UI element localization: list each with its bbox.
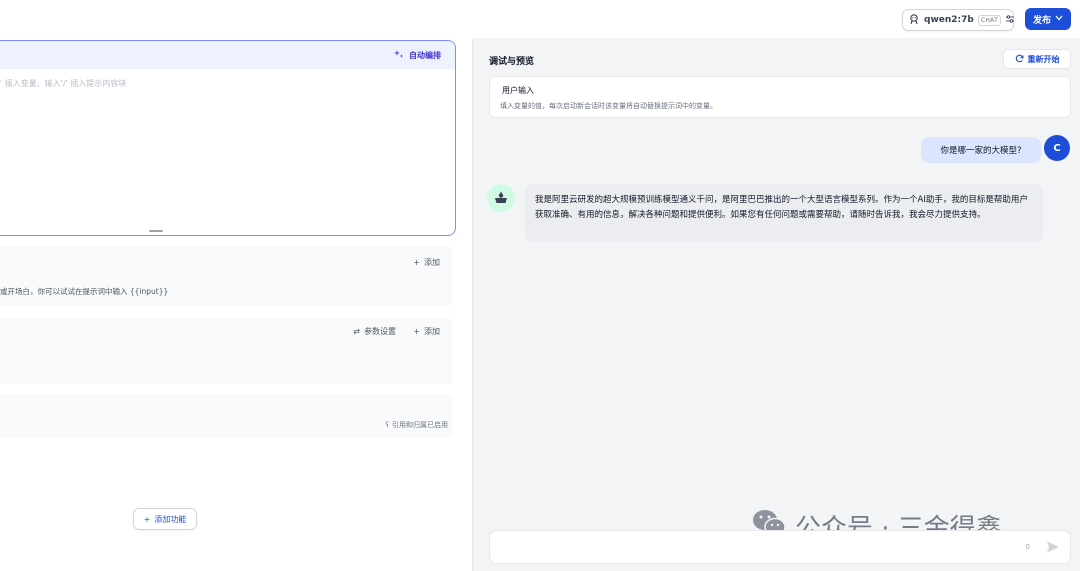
auto-arrange-button[interactable]: 自动编排 (394, 49, 441, 61)
chat-input[interactable]: 0 (489, 530, 1071, 564)
user-message: 你是哪一家的大模型? (921, 137, 1041, 163)
orchestration-panel: 自动编排 '/' 插入变量、输入'/' 插入提示内容块 + 添加 或开场白，你可… (0, 38, 472, 571)
variables-hint: 或开场白，你可以试试在提示词中输入 {{input}} (0, 287, 169, 296)
chevron-down-icon (1055, 14, 1063, 24)
variables-section: + 添加 或开场白，你可以试试在提示词中输入 {{input}} (0, 246, 452, 306)
add-variable-button[interactable]: + 添加 (413, 257, 440, 268)
refresh-icon (1015, 54, 1024, 65)
model-name: qwen2:7b (924, 15, 974, 25)
preview-title: 调试与预览 (489, 57, 535, 67)
prompt-placeholder: '/' 插入变量、输入'/' 插入提示内容块 (0, 79, 127, 88)
features-section: ʕ 引用和归属已启用 (0, 394, 452, 438)
prompt-editor[interactable]: 自动编排 '/' 插入变量、输入'/' 插入提示内容块 (0, 40, 456, 236)
top-bar: qwen2:7b CHAT 发布 (0, 0, 1080, 38)
auto-arrange-label: 自动编排 (409, 50, 441, 60)
user-input-description: 填入变量的值，每次启动新会话时该变量将自动替换提示词中的变量。 (500, 102, 717, 110)
plus-icon: + (143, 514, 151, 524)
model-selector[interactable]: qwen2:7b CHAT (902, 9, 1015, 31)
user-avatar: C (1044, 135, 1070, 161)
debug-preview-panel: 调试与预览 重新开始 用户输入 填入变量的值，每次启动新会话时该变量将自动替换提… (473, 38, 1080, 571)
resize-handle[interactable] (149, 230, 163, 232)
char-count: 0 (1025, 543, 1030, 551)
citation-status-label: 引用和归属已启用 (392, 421, 448, 429)
parameter-settings-button[interactable]: ⇄ 参数设置 (353, 326, 396, 337)
send-icon[interactable] (1046, 540, 1060, 557)
citation-status: ʕ 引用和归属已启用 (385, 420, 448, 430)
restart-label: 重新开始 (1027, 54, 1060, 64)
user-input-title: 用户输入 (502, 86, 534, 95)
bot-message: 我是阿里云研发的超大规模预训练模型通义千问，是阿里巴巴推出的一个大型语言模型系列… (525, 184, 1043, 242)
plus-icon: + (413, 258, 420, 267)
add-context-label: 添加 (424, 327, 440, 336)
add-feature-button[interactable]: + 添加功能 (133, 508, 197, 530)
user-input-card[interactable]: 用户输入 填入变量的值，每次启动新会话时该变量将自动替换提示词中的变量。 (489, 76, 1071, 118)
sparkle-icon (394, 49, 404, 61)
quote-icon: ʕ (385, 421, 389, 429)
model-settings-icon[interactable] (1005, 14, 1015, 27)
publish-button[interactable]: 发布 (1025, 8, 1071, 30)
publish-label: 发布 (1032, 15, 1051, 26)
model-type-badge: CHAT (977, 14, 1002, 26)
restart-button[interactable]: 重新开始 (1003, 49, 1071, 69)
plus-icon: + (413, 327, 420, 336)
parameter-settings-label: 参数设置 (364, 327, 396, 336)
context-section: ⇄ 参数设置 + 添加 (0, 318, 452, 384)
add-feature-label: 添加功能 (154, 514, 187, 524)
prompt-editor-header: 自动编排 (0, 41, 455, 69)
add-context-button[interactable]: + 添加 (413, 326, 440, 337)
swap-icon: ⇄ (353, 327, 360, 336)
bot-avatar-icon (487, 184, 515, 212)
add-variable-label: 添加 (424, 258, 440, 267)
model-provider-icon (908, 13, 920, 28)
